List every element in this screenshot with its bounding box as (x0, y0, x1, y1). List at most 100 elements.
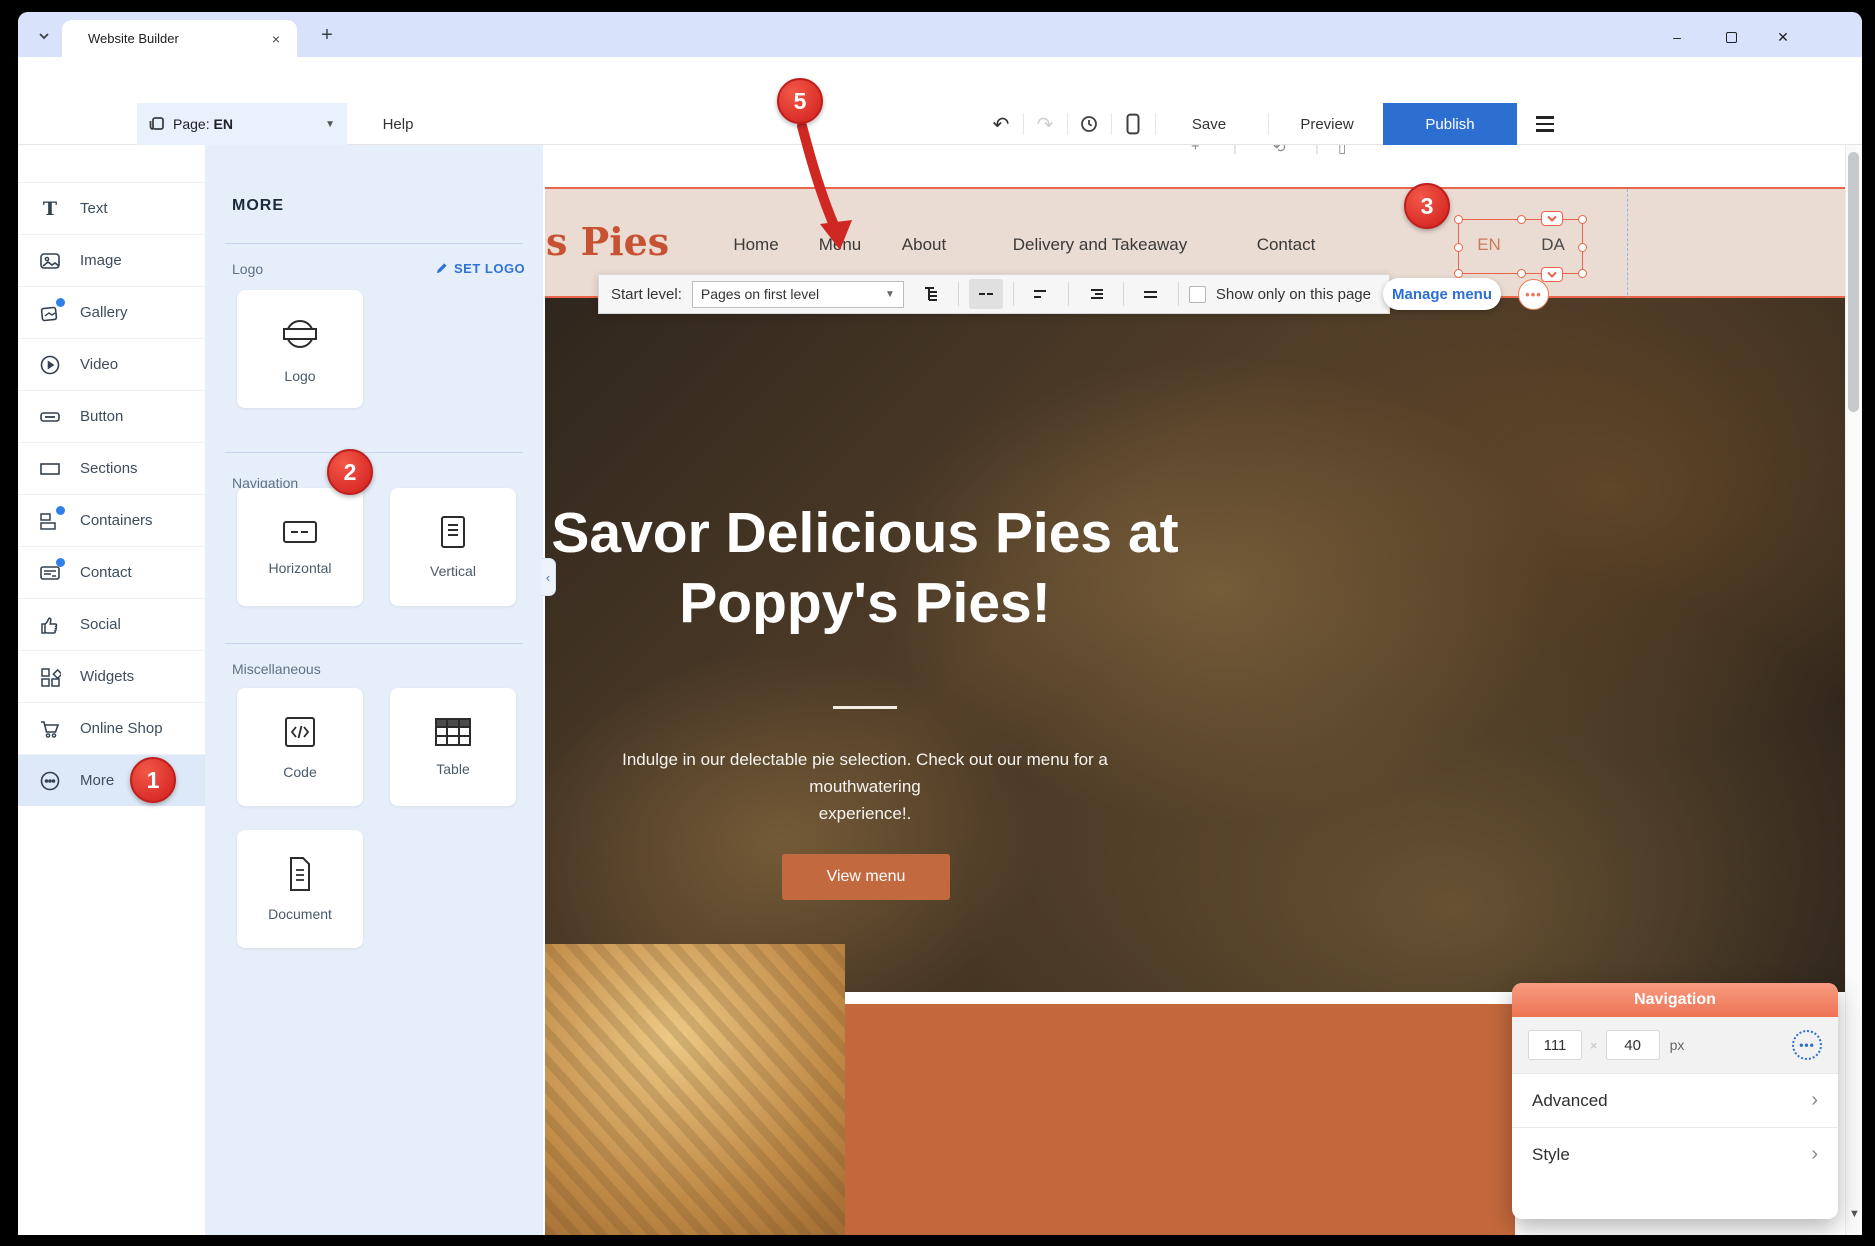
resize-handle-n[interactable] (1517, 215, 1526, 224)
menu-style-right-button[interactable] (1079, 279, 1113, 309)
builder-menu-icon[interactable] (1524, 103, 1566, 145)
set-logo-button[interactable]: SET LOGO (435, 261, 525, 276)
sidebar-item-contact[interactable]: Contact (18, 546, 205, 598)
resize-handle-nw[interactable] (1454, 215, 1463, 224)
resize-handle-s[interactable] (1517, 269, 1526, 278)
elements-sidebar: T Text Image Gallery Video Button Sec (18, 145, 205, 1235)
undo-button[interactable]: ↶ (981, 103, 1021, 145)
view-menu-button[interactable]: View menu (782, 854, 950, 900)
element-card-logo[interactable]: Logo (237, 290, 363, 408)
miscellaneous-section-label: Miscellaneous (232, 661, 321, 677)
cart-icon (38, 717, 62, 741)
element-card-horizontal-nav[interactable]: Horizontal (237, 488, 363, 606)
element-options-icon[interactable]: ••• (1518, 279, 1549, 310)
width-input[interactable] (1528, 1030, 1582, 1060)
annotation-badge-3: 3 (1404, 183, 1450, 229)
save-button[interactable]: Save (1158, 103, 1260, 145)
image-icon (38, 249, 62, 273)
element-card-document[interactable]: Document (237, 830, 363, 948)
resize-handle-ne[interactable] (1578, 215, 1587, 224)
sidebar-item-social[interactable]: Social (18, 598, 205, 650)
page-label: Page: EN (173, 116, 233, 132)
browser-tab[interactable]: Website Builder × (62, 20, 297, 57)
sidebar-item-image[interactable]: Image (18, 234, 205, 286)
height-input[interactable] (1606, 1030, 1660, 1060)
sidebar-item-more[interactable]: More (18, 754, 205, 806)
vertical-nav-icon (438, 515, 468, 549)
sidebar-item-video[interactable]: Video (18, 338, 205, 390)
mobile-preview-button[interactable] (1113, 103, 1153, 145)
element-card-vertical-nav[interactable]: Vertical (390, 488, 516, 606)
tab-close-icon[interactable]: × (267, 30, 285, 48)
sections-icon (38, 457, 62, 481)
site-nav-home[interactable]: Home (733, 233, 778, 257)
show-only-label: Show only on this page (1216, 286, 1371, 303)
publish-button[interactable]: Publish (1383, 103, 1517, 145)
advanced-row[interactable]: Advanced › (1512, 1073, 1838, 1127)
builder-appbar: Page: EN ▼ Help ↶ ↷ Save Preview Publish (18, 103, 1862, 145)
menu-style-tree-button[interactable] (914, 279, 948, 309)
orange-content-block[interactable] (790, 1004, 1515, 1235)
hero-section[interactable]: Savor Delicious Pies at Poppy's Pies! In… (545, 298, 1845, 992)
element-card-code[interactable]: Code (237, 688, 363, 806)
sidebar-item-gallery[interactable]: Gallery (18, 286, 205, 338)
scrollbar-down-arrow[interactable]: ▼ (1849, 1208, 1860, 1220)
preview-button[interactable]: Preview (1276, 103, 1378, 145)
window-maximize-button[interactable] (1716, 24, 1746, 50)
maximize-icon (1726, 32, 1737, 43)
chevron-right-icon: › (1811, 1143, 1818, 1166)
panel-collapse-toggle[interactable]: ‹ (541, 558, 556, 596)
history-button[interactable] (1069, 103, 1109, 145)
size-options-icon[interactable]: ••• (1792, 1030, 1822, 1060)
element-card-table[interactable]: Table (390, 688, 516, 806)
sidebar-item-text[interactable]: T Text (18, 182, 205, 234)
browser-window: Website Builder × + – ✕ ← → (18, 12, 1862, 1235)
site-nav-delivery[interactable]: Delivery and Takeaway (1013, 233, 1188, 257)
redo-button[interactable]: ↷ (1025, 103, 1065, 145)
widgets-icon (38, 665, 62, 689)
code-icon (282, 714, 318, 750)
style-row[interactable]: Style › (1512, 1127, 1838, 1181)
selection-outline[interactable] (1458, 219, 1583, 274)
layout-guide-line (1627, 189, 1628, 300)
more-panel-title: MORE (232, 197, 284, 215)
sidebar-item-button[interactable]: Button (18, 390, 205, 442)
site-nav-about[interactable]: About (902, 233, 946, 257)
site-nav-menu[interactable]: Menu (819, 233, 862, 257)
resize-handle-sw[interactable] (1454, 269, 1463, 278)
gallery-icon (38, 301, 62, 325)
logo-placeholder-icon (280, 314, 320, 354)
show-only-checkbox[interactable] (1189, 286, 1206, 303)
browser-toolbar: ← → ☆ ⋮ (18, 57, 1862, 103)
page-selector[interactable]: Page: EN ▼ (137, 103, 347, 145)
menu-style-lines-button[interactable] (1134, 279, 1168, 309)
site-logo-text[interactable]: s Pies (546, 219, 669, 264)
more-ellipsis-icon (38, 769, 62, 793)
clipped-add-icon: + (1191, 145, 1200, 155)
menu-style-horizontal-button[interactable] (969, 279, 1003, 309)
scrollbar-thumb[interactable] (1848, 152, 1859, 412)
selection-chevron-top[interactable] (1541, 211, 1563, 226)
panel-title[interactable]: Navigation (1512, 983, 1838, 1017)
tab-search-icon[interactable] (30, 22, 58, 50)
site-nav-contact[interactable]: Contact (1257, 233, 1316, 257)
social-thumbs-up-icon (38, 613, 62, 637)
help-button[interactable]: Help (362, 103, 434, 145)
sidebar-item-containers[interactable]: Containers (18, 494, 205, 546)
resize-handle-se[interactable] (1578, 269, 1587, 278)
hero-title: Savor Delicious Pies at Poppy's Pies! (545, 498, 1185, 638)
start-level-select[interactable]: Pages on first level ▼ (692, 281, 904, 308)
sidebar-item-widgets[interactable]: Widgets (18, 650, 205, 702)
selection-chevron-bottom[interactable] (1541, 267, 1563, 282)
window-close-button[interactable]: ✕ (1768, 24, 1798, 50)
annotation-badge-2: 2 (327, 449, 373, 495)
tab-title: Website Builder (88, 31, 267, 46)
sidebar-item-online-shop[interactable]: Online Shop (18, 702, 205, 754)
new-tab-button[interactable]: + (314, 22, 340, 48)
menu-style-left-button[interactable] (1024, 279, 1058, 309)
resize-handle-e[interactable] (1578, 243, 1587, 252)
resize-handle-w[interactable] (1454, 243, 1463, 252)
manage-menu-button[interactable]: Manage menu (1383, 278, 1501, 310)
window-minimize-button[interactable]: – (1662, 24, 1692, 50)
sidebar-item-sections[interactable]: Sections (18, 442, 205, 494)
